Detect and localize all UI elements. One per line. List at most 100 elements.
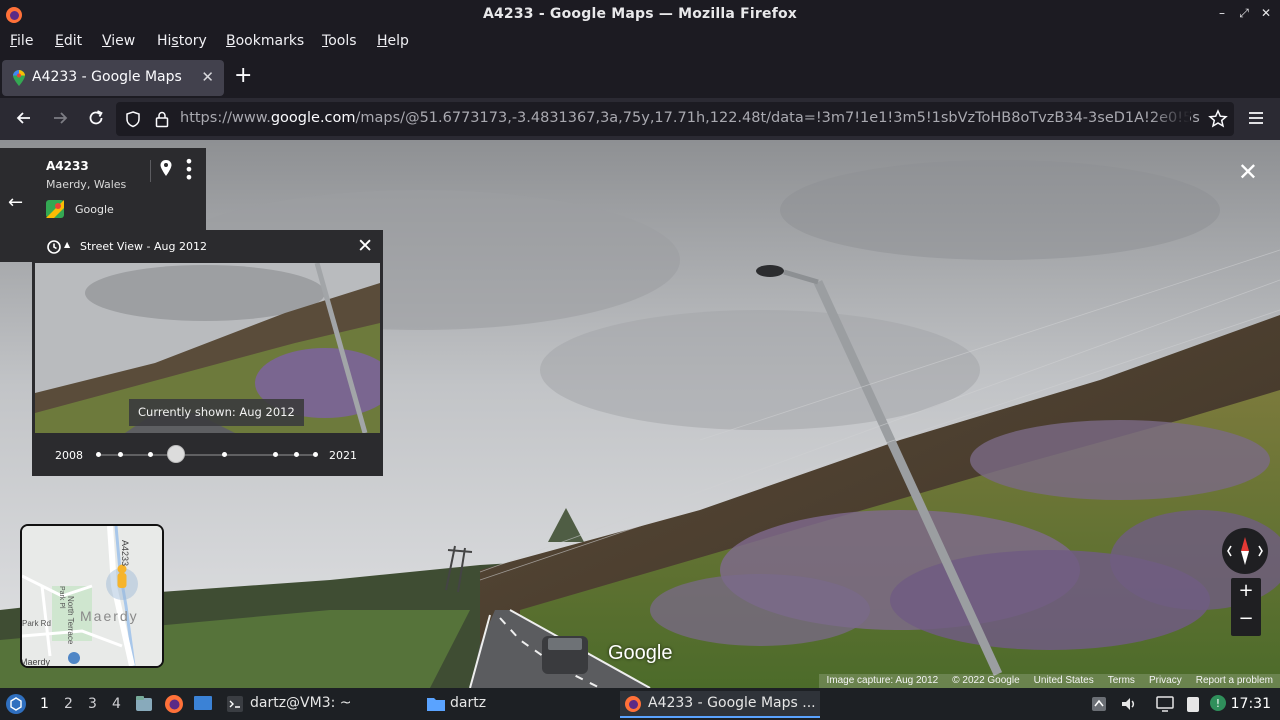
tab-google-maps[interactable]: A4233 - Google Maps ✕ — [2, 60, 224, 96]
close-street-view-button[interactable]: ✕ — [1238, 158, 1258, 186]
back-to-map-button[interactable]: ← — [0, 148, 32, 262]
address-bar[interactable]: https://www.google.com/maps/@51.6773173,… — [116, 102, 1234, 136]
slider-track[interactable] — [98, 454, 315, 456]
desktop-launcher-icon[interactable] — [193, 695, 213, 713]
task-firefox[interactable]: A4233 - Google Maps ... — [620, 691, 820, 718]
google-maps-favicon-icon — [13, 70, 25, 86]
privacy-link[interactable]: Privacy — [1142, 674, 1189, 688]
slider-date-dot[interactable] — [96, 452, 101, 457]
minimap-map: A4233 Maerdy North Terrace Park Rd Park … — [22, 526, 162, 666]
minimize-button[interactable]: – — [1214, 6, 1230, 21]
file-manager-launcher-icon[interactable] — [135, 695, 153, 713]
workspace-1[interactable]: 1 — [40, 696, 49, 712]
task-files-label: dartz — [450, 695, 487, 711]
hamburger-menu-icon[interactable] — [1246, 108, 1266, 128]
svg-text:!: ! — [1216, 697, 1220, 710]
map-footer: Image capture: Aug 2012 © 2022 Google Un… — [819, 674, 1280, 688]
slider-date-dot[interactable] — [294, 452, 299, 457]
slider-date-dot[interactable] — [313, 452, 318, 457]
taskbar-clock[interactable]: 17:31 — [1231, 696, 1271, 712]
divider — [150, 160, 151, 182]
minimap-street-label: Park Rd — [22, 619, 51, 628]
display-icon[interactable] — [1155, 695, 1175, 713]
google-watermark: Google — [608, 642, 673, 664]
menu-tools[interactable]: Tools — [322, 33, 357, 49]
back-icon[interactable] — [14, 108, 34, 128]
zoom-out-button[interactable]: − — [1231, 608, 1261, 629]
back-arrow-icon: ← — [8, 192, 24, 213]
street-view[interactable]: ← A4233 Maerdy, Wales Google • • • ▲ Str… — [0, 140, 1280, 688]
menu-history[interactable]: History — [157, 33, 207, 49]
slider-date-dot[interactable] — [222, 452, 227, 457]
tab-close-button[interactable]: ✕ — [201, 68, 214, 86]
terminal-icon — [227, 696, 243, 712]
zoom-in-button[interactable]: + — [1231, 580, 1261, 601]
google-maps-logo-icon — [46, 200, 64, 218]
forward-icon[interactable] — [50, 108, 70, 128]
slider-handle[interactable] — [167, 445, 186, 463]
task-terminal[interactable]: dartz@VM3: ~ — [222, 691, 412, 718]
place-name: A4233 — [46, 159, 89, 173]
history-panel-header: ▲ Street View - Aug 2012 ✕ — [32, 230, 383, 262]
history-panel-title: Street View - Aug 2012 — [80, 240, 207, 253]
workspace-3[interactable]: 3 — [88, 696, 97, 712]
history-thumbnail[interactable]: Currently shown: Aug 2012 — [35, 263, 380, 433]
workspace-2[interactable]: 2 — [64, 696, 73, 712]
reload-icon[interactable] — [86, 108, 106, 128]
compass-icon[interactable] — [1222, 528, 1268, 574]
minimap-town-label: Maerdy — [80, 608, 139, 624]
history-slider[interactable]: 2008 2021 — [32, 438, 383, 470]
task-terminal-label: dartz@VM3: ~ — [250, 695, 352, 711]
clipboard-icon[interactable] — [1183, 694, 1203, 714]
taskbar: 1 2 3 4 dartz@VM3: ~ dartz A4233 - Googl… — [0, 688, 1280, 720]
firefox-launcher-icon[interactable] — [164, 694, 184, 714]
minimap[interactable]: A4233 Maerdy North Terrace Park Rd Park … — [20, 524, 164, 668]
region-link[interactable]: United States — [1027, 674, 1101, 688]
report-problem-link[interactable]: Report a problem — [1189, 674, 1280, 688]
zoom-controls: + − — [1231, 578, 1261, 636]
workspace-4[interactable]: 4 — [112, 696, 121, 712]
firefox-task-icon — [625, 696, 641, 712]
window-title: A4233 - Google Maps — Mozilla Firefox — [482, 6, 798, 22]
network-icon[interactable]: ! — [1208, 693, 1228, 713]
slider-date-dot[interactable] — [148, 452, 153, 457]
maximize-button[interactable]: ⤢ — [1236, 6, 1252, 21]
menu-view[interactable]: View — [102, 33, 135, 49]
more-options-icon[interactable]: • • • — [184, 154, 194, 186]
url-text[interactable]: https://www.google.com/maps/@51.6773173,… — [180, 110, 1200, 126]
menu-edit[interactable]: Edit — [55, 33, 82, 49]
history-clock-icon[interactable] — [46, 239, 62, 255]
new-tab-button[interactable]: + — [234, 63, 252, 88]
place-location: Maerdy, Wales — [46, 178, 127, 191]
tray-arrow-icon[interactable] — [1090, 695, 1108, 713]
task-files[interactable]: dartz — [422, 691, 612, 718]
place-source: Google — [75, 203, 114, 216]
close-history-button[interactable]: ✕ — [357, 235, 373, 257]
shield-icon[interactable] — [124, 110, 142, 128]
currently-shown-tooltip: Currently shown: Aug 2012 — [129, 399, 304, 426]
start-menu-icon[interactable] — [5, 693, 27, 715]
menu-help[interactable]: Help — [377, 33, 409, 49]
url-fade — [1150, 104, 1190, 134]
window-titlebar: A4233 - Google Maps — Mozilla Firefox – … — [0, 0, 1280, 30]
folder-icon — [427, 698, 445, 711]
minimap-bottom-label: Maerdy — [22, 657, 51, 666]
image-capture-date: Image capture: Aug 2012 — [826, 675, 939, 686]
tab-strip: A4233 - Google Maps ✕ + — [0, 58, 1280, 98]
slider-date-dot[interactable] — [118, 452, 123, 457]
terms-link[interactable]: Terms — [1101, 674, 1142, 688]
slider-start-year: 2008 — [55, 449, 83, 462]
task-firefox-label: A4233 - Google Maps ... — [648, 695, 816, 711]
volume-icon[interactable] — [1119, 694, 1139, 714]
menu-bookmarks[interactable]: Bookmarks — [226, 33, 304, 49]
minimap-road-label: A4233 — [120, 540, 130, 566]
slider-date-dot[interactable] — [273, 452, 278, 457]
copyright: © 2022 Google — [952, 675, 1020, 686]
bookmark-star-icon[interactable] — [1208, 109, 1228, 129]
navigation-toolbar: https://www.google.com/maps/@51.6773173,… — [0, 98, 1280, 140]
menu-file[interactable]: File — [10, 33, 33, 49]
tab-label: A4233 - Google Maps — [32, 69, 182, 85]
close-window-button[interactable]: ✕ — [1258, 6, 1274, 21]
map-pin-icon[interactable] — [159, 159, 173, 177]
lock-icon[interactable] — [154, 110, 170, 128]
